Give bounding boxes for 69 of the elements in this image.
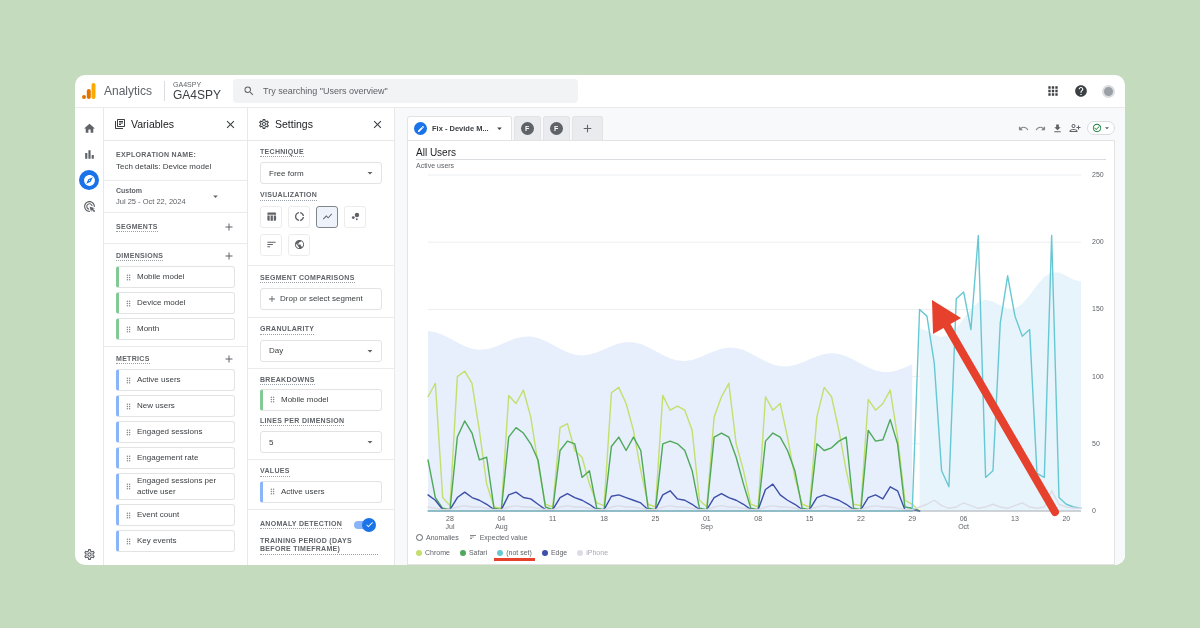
- variable-chip[interactable]: Engaged sessions per active user: [116, 473, 235, 501]
- variable-chip[interactable]: Mobile model: [260, 388, 382, 411]
- nav-button[interactable]: [79, 170, 99, 190]
- drag-handle-icon: [268, 487, 277, 497]
- status-button[interactable]: [1087, 121, 1115, 135]
- drag-handle-icon: [124, 427, 133, 437]
- table-icon: [265, 211, 277, 223]
- lines-icon: [468, 533, 477, 541]
- download-icon[interactable]: [1052, 122, 1063, 134]
- settings-icon[interactable]: [82, 548, 96, 561]
- share-icon[interactable]: [1069, 122, 1081, 134]
- legend-dot: [541, 549, 548, 556]
- home-icon: [82, 121, 96, 135]
- variable-chip[interactable]: Active users: [260, 480, 382, 503]
- drag-handle-icon: [124, 401, 133, 411]
- legend-dot: [459, 549, 466, 556]
- analytics-logo: [82, 83, 96, 99]
- drag-handle-icon: [124, 510, 133, 520]
- bubble-chart-icon: [349, 211, 361, 223]
- drag-handle-icon: [124, 536, 133, 546]
- dropdown[interactable]: Free form: [260, 162, 382, 185]
- toggle-switch[interactable]: [354, 517, 377, 532]
- dropdown[interactable]: Day: [260, 339, 382, 362]
- search-field[interactable]: Try searching "Users overview": [233, 79, 579, 103]
- highlight-underline: [494, 558, 535, 561]
- variable-chip[interactable]: New users: [116, 395, 235, 418]
- donut-chart-icon: [293, 211, 305, 223]
- drag-handle-icon: [124, 272, 133, 282]
- drag-handle-icon: [124, 375, 133, 385]
- drag-handle-icon: [124, 324, 133, 334]
- legend-dot: [497, 549, 504, 556]
- variable-chip[interactable]: Engaged sessions: [116, 421, 235, 444]
- add-icon[interactable]: [223, 353, 235, 366]
- globe-icon: [293, 239, 305, 251]
- apps-icon[interactable]: [1046, 84, 1060, 98]
- add-icon[interactable]: [223, 250, 235, 263]
- panel-title: Variables: [131, 118, 175, 130]
- exploration-name[interactable]: Tech details: Device model: [116, 162, 235, 172]
- variable-chip[interactable]: Engagement rate: [116, 447, 235, 470]
- library-icon: [114, 118, 126, 130]
- legend-dot: [416, 549, 422, 556]
- variable-chip[interactable]: Active users: [116, 369, 235, 392]
- dropdown[interactable]: 5: [260, 431, 382, 454]
- help-icon[interactable]: [1074, 84, 1088, 98]
- bar-chart-icon: [82, 147, 96, 161]
- variable-chip[interactable]: Month: [116, 318, 235, 341]
- gear-icon: [258, 118, 270, 130]
- property-name[interactable]: GA4SPY: [173, 89, 222, 101]
- variable-chip[interactable]: Mobile model: [116, 266, 235, 289]
- legend-dot: [577, 549, 584, 556]
- variable-chip[interactable]: Device model: [116, 292, 235, 315]
- drag-handle-icon: [268, 395, 277, 405]
- variable-chip[interactable]: Key events: [116, 530, 235, 553]
- product-name: Analytics: [104, 84, 153, 98]
- drag-handle-icon: [124, 298, 133, 308]
- segment-drop-zone[interactable]: Drop or select segment: [260, 288, 382, 311]
- cursor-target-icon: [82, 199, 96, 213]
- pencil-icon: [414, 122, 427, 135]
- variable-chip[interactable]: Event count: [116, 504, 235, 527]
- panel-title: Settings: [275, 118, 314, 130]
- drag-handle-icon: [124, 482, 133, 492]
- avatar[interactable]: [1102, 84, 1115, 98]
- chart-type-option[interactable]: [316, 205, 338, 228]
- chart-title: All Users: [416, 147, 1106, 160]
- add-icon[interactable]: [223, 221, 235, 234]
- compass-icon: [82, 173, 96, 187]
- search-icon: [243, 85, 256, 97]
- drag-handle-icon: [124, 453, 133, 463]
- check-icon: [364, 520, 374, 530]
